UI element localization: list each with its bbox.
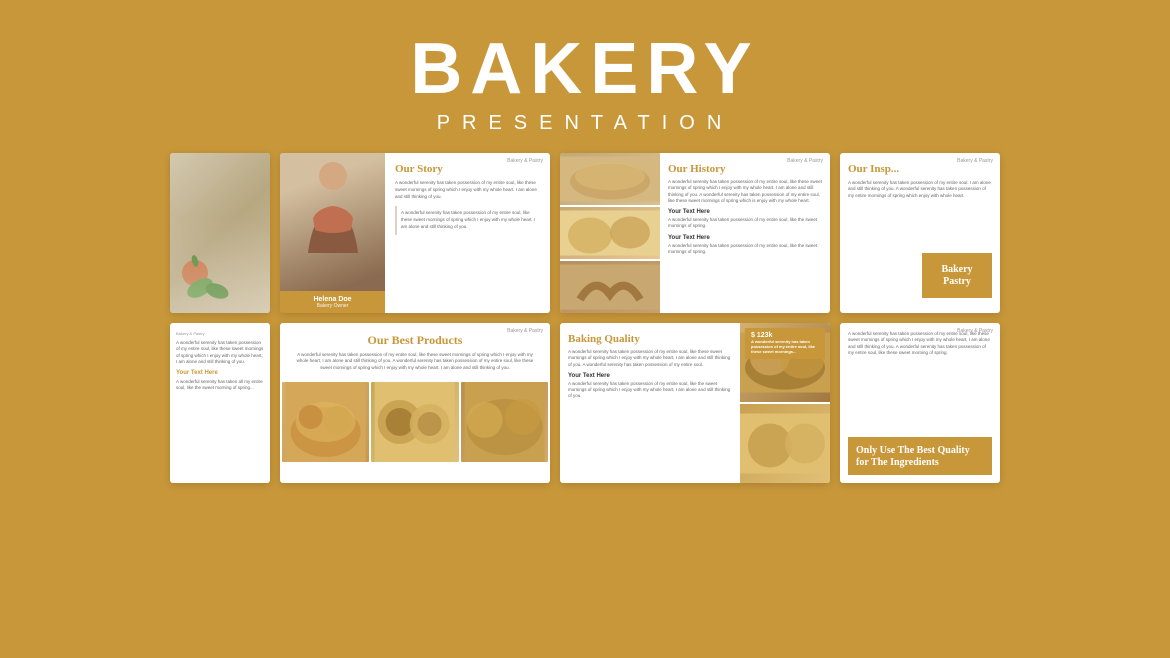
price-badge: $ 123k A wonderful serenity has taken po… bbox=[745, 328, 825, 359]
croissant-image-icon bbox=[560, 261, 660, 313]
baking-pastry-icon bbox=[740, 404, 830, 483]
partial-left-2-text2: A wonderful serenity has taken all my en… bbox=[176, 379, 264, 392]
inspiration-content: Bakery & Pastry Our Insp... A wonderful … bbox=[840, 153, 1000, 313]
main-subtitle: PRESENTATION bbox=[0, 112, 1170, 135]
history-photos-left bbox=[560, 153, 660, 313]
partial-left-2-heading: Your Text Here bbox=[176, 370, 264, 376]
slides-container: Helena Doe Bakery Owner Bakery & Pastry … bbox=[0, 153, 1170, 491]
story-body-text: A wonderful serenity has taken possessio… bbox=[395, 180, 540, 200]
product-bread-icon bbox=[282, 382, 369, 462]
products-header: Bakery & Pastry Our Best Products A wond… bbox=[280, 323, 550, 382]
slide-bg-image bbox=[170, 153, 270, 313]
baking-text-heading: Your Text Here bbox=[568, 373, 732, 379]
history-photo-3 bbox=[560, 261, 660, 313]
slide-our-story: Helena Doe Bakery Owner Bakery & Pastry … bbox=[280, 153, 550, 313]
insp-slide-label: Bakery & Pastry bbox=[957, 158, 993, 164]
apple-decoration-icon bbox=[178, 253, 213, 288]
products-title: Our Best Products bbox=[292, 333, 538, 348]
baking-photos: $ 123k A wonderful serenity has taken po… bbox=[740, 323, 830, 483]
slide-baking-quality: Bakery & Pastry Baking Quality A wonderf… bbox=[560, 323, 830, 483]
pastry-image-icon bbox=[560, 207, 660, 259]
baking-title: Baking Quality bbox=[568, 333, 732, 345]
inspiration-badge: Bakery Pastry bbox=[922, 253, 992, 298]
baking-photo-top-container: $ 123k A wonderful serenity has taken po… bbox=[740, 323, 830, 402]
inspiration-badge-line2: Pastry bbox=[943, 276, 971, 288]
slide-our-history: Bakery & Pastry Our History A wonderful … bbox=[560, 153, 830, 313]
slide-partial-image-1 bbox=[170, 153, 270, 313]
partial-left-2-content: Bakery & Pastry A wonderful serenity has… bbox=[170, 323, 270, 405]
story-inner-text: A wonderful serenity has taken possessio… bbox=[401, 210, 536, 230]
slide-label: Bakery & Pastry bbox=[507, 158, 543, 164]
story-title: Our Story bbox=[395, 163, 540, 175]
baking-text-body: A wonderful serenity has taken possessio… bbox=[568, 381, 732, 400]
product-pastry-icon bbox=[461, 382, 548, 462]
inspiration-title: Our Insp... bbox=[848, 163, 992, 175]
partial-right-2-text: A wonderful serenity has taken possessio… bbox=[848, 331, 992, 356]
slide-our-inspiration: Bakery & Pastry Our Insp... A wonderful … bbox=[840, 153, 1000, 313]
products-photos-container bbox=[280, 382, 550, 462]
quality-badge-text: Only Use The Best Quality for The Ingred… bbox=[856, 445, 984, 469]
history-title: Our History bbox=[668, 163, 822, 175]
slide-partial-left-2: Bakery & Pastry A wonderful serenity has… bbox=[170, 323, 270, 483]
inspiration-body-text: A wonderful serenity has taken possessio… bbox=[848, 180, 992, 199]
product-cinnamon-icon bbox=[371, 382, 458, 462]
person-role: Bakery Owner bbox=[284, 303, 381, 309]
products-description: A wonderful serenity has taken possessio… bbox=[292, 352, 538, 371]
person-name-badge: Helena Doe Bakery Owner bbox=[280, 291, 385, 313]
inspiration-badge-line1: Bakery bbox=[941, 264, 972, 276]
history-text-heading-2: Your Text Here bbox=[668, 235, 822, 241]
baking-content-wrapper: Baking Quality A wonderful serenity has … bbox=[560, 323, 830, 483]
slides-row-2: Bakery & Pastry A wonderful serenity has… bbox=[16, 323, 1154, 483]
history-photo-1 bbox=[560, 153, 660, 205]
slide-best-products: Bakery & Pastry Our Best Products A wond… bbox=[280, 323, 550, 483]
baking-text-area: Baking Quality A wonderful serenity has … bbox=[560, 323, 740, 483]
slides-row-1: Helena Doe Bakery Owner Bakery & Pastry … bbox=[16, 153, 1154, 313]
price-amount: $ 123k bbox=[751, 332, 819, 339]
story-content: Bakery & Pastry Our Story A wonderful se… bbox=[385, 153, 550, 313]
history-text-heading-1: Your Text Here bbox=[668, 209, 822, 215]
history-text-body-1: A wonderful serenity has taken possessio… bbox=[668, 217, 822, 230]
partial-right-2-label: Bakery & Pastry bbox=[957, 328, 993, 334]
product-photo-1 bbox=[282, 382, 369, 462]
leaves-decoration-icon bbox=[185, 273, 235, 303]
history-photo-2 bbox=[560, 207, 660, 259]
partial-right-2-content: Bakery & Pastry A wonderful serenity has… bbox=[840, 323, 1000, 483]
partial-left-2-label: Bakery & Pastry bbox=[176, 331, 264, 336]
header: BAKERY PRESENTATION bbox=[0, 0, 1170, 153]
partial-left-2-text: A wonderful serenity has taken possessio… bbox=[176, 340, 264, 365]
baking-body-text: A wonderful serenity has taken possessio… bbox=[568, 349, 732, 368]
story-person-photo bbox=[280, 153, 385, 313]
story-photo-area: Helena Doe Bakery Owner bbox=[280, 153, 385, 313]
slide-partial-right-2: Bakery & Pastry A wonderful serenity has… bbox=[840, 323, 1000, 483]
person-silhouette-icon bbox=[303, 158, 363, 253]
history-text-body-2: A wonderful serenity has taken possessio… bbox=[668, 243, 822, 256]
history-slide-label: Bakery & Pastry bbox=[787, 158, 823, 164]
products-slide-label: Bakery & Pastry bbox=[507, 328, 543, 334]
price-subtext: A wonderful serenity has taken possessio… bbox=[751, 339, 819, 355]
product-photo-3 bbox=[461, 382, 548, 462]
person-name: Helena Doe bbox=[284, 296, 381, 303]
bread-image-icon bbox=[560, 153, 660, 205]
quality-badge: Only Use The Best Quality for The Ingred… bbox=[848, 437, 992, 475]
product-photo-2 bbox=[371, 382, 458, 462]
baking-photo-2 bbox=[740, 404, 830, 483]
history-content: Bakery & Pastry Our History A wonderful … bbox=[660, 153, 830, 313]
story-inner-box: A wonderful serenity has taken possessio… bbox=[395, 206, 540, 234]
main-title: BAKERY bbox=[0, 28, 1170, 110]
history-body-text: A wonderful serenity has taken possessio… bbox=[668, 179, 822, 204]
